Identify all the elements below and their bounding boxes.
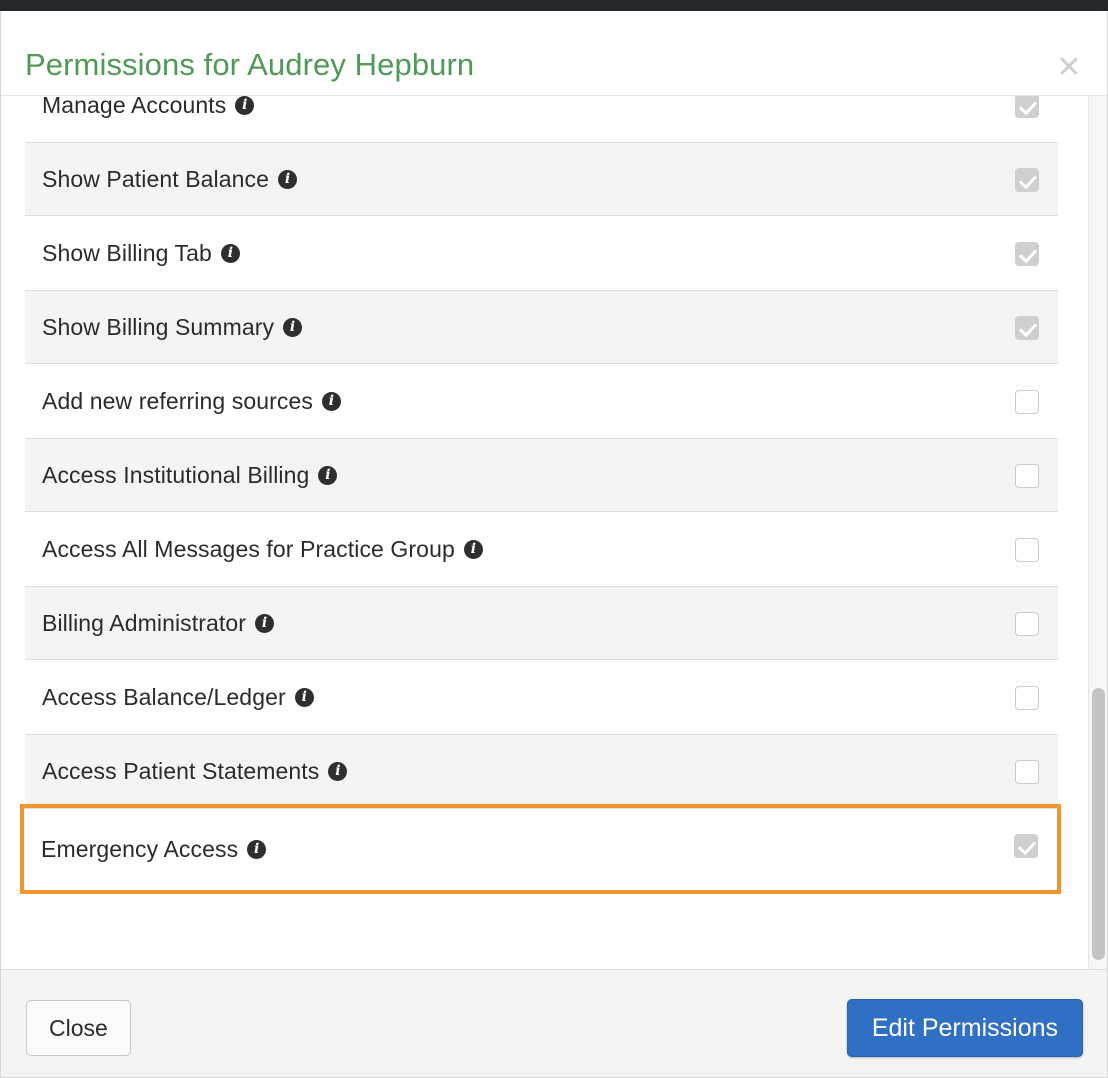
permission-checkbox-unchecked[interactable] [1015,538,1039,562]
permissions-scroll-area[interactable]: Manage Accounts i Show Patient Balance i Sho… [1,96,1107,969]
permission-label: Access Patient Statements [42,757,320,784]
permission-row[interactable]: Show Billing Tab i [25,216,1058,290]
page-backdrop: Permissions for Audrey Hepburn ✕ Manage … [0,0,1108,1078]
browser-top-bar [0,0,1108,11]
permissions-modal: Permissions for Audrey Hepburn ✕ Manage … [0,11,1108,1078]
permission-checkbox-checked[interactable] [1015,242,1039,266]
info-icon[interactable]: i [247,839,267,859]
info-icon[interactable]: i [294,687,314,707]
permission-label: Add new referring sources [42,387,313,414]
permission-checkbox-unchecked[interactable] [1015,390,1039,414]
permission-row[interactable]: Add new referring sources i [25,364,1058,438]
permission-label: Emergency Access [41,835,239,862]
permission-checkbox-checked[interactable] [1015,96,1039,118]
info-icon[interactable]: i [463,539,483,559]
info-icon[interactable]: i [255,613,275,633]
permission-checkbox-unchecked[interactable] [1015,686,1039,710]
permission-row[interactable]: Access Institutional Billing i [25,438,1058,512]
info-icon[interactable]: i [235,96,255,115]
permission-checkbox-checked[interactable] [1015,168,1039,192]
permission-row[interactable]: Access Balance/Ledger i [25,660,1058,734]
permission-row[interactable]: Access All Messages for Practice Group i [25,512,1058,586]
close-icon[interactable]: ✕ [1051,51,1087,87]
permission-label: Access All Messages for Practice Group [42,535,455,562]
permission-label: Show Billing Summary [42,313,275,340]
vertical-scrollbar-track[interactable] [1088,96,1107,969]
modal-footer: Close Edit Permissions [1,969,1107,1077]
permission-label: Access Institutional Billing [42,461,310,488]
permission-checkbox-unchecked[interactable] [1015,464,1039,488]
permission-row[interactable]: Show Patient Balance i [25,142,1058,216]
modal-header: Permissions for Audrey Hepburn ✕ [1,11,1107,96]
close-button[interactable]: Close [26,1000,131,1056]
info-icon[interactable]: i [328,761,348,781]
permission-row[interactable]: Show Billing Summary i [25,290,1058,364]
permission-checkbox-unchecked[interactable] [1015,760,1039,784]
info-icon[interactable]: i [318,465,338,485]
info-icon[interactable]: i [321,391,341,411]
page-title: Permissions for Audrey Hepburn [25,47,475,82]
vertical-scrollbar-thumb[interactable] [1092,688,1105,960]
permission-label: Billing Administrator [42,609,247,636]
permissions-list: Manage Accounts i Show Patient Balance i Sho… [1,96,1081,894]
permission-label: Show Billing Tab [42,239,212,266]
permission-row[interactable]: Billing Administrator i [25,586,1058,660]
permission-label: Show Patient Balance [42,165,270,192]
permission-row[interactable]: Emergency Access i [20,804,1061,894]
permission-label: Access Balance/Ledger [42,683,286,710]
permission-checkbox-unchecked[interactable] [1015,612,1039,636]
permission-row[interactable]: Manage Accounts i [25,96,1058,142]
info-icon[interactable]: i [278,169,298,189]
edit-permissions-button[interactable]: Edit Permissions [846,999,1083,1057]
info-icon[interactable]: i [220,243,240,263]
permission-row[interactable]: Access Patient Statements i [25,734,1058,808]
permission-checkbox-checked[interactable] [1015,316,1039,340]
info-icon[interactable]: i [283,317,303,337]
permission-checkbox-checked[interactable] [1014,834,1038,858]
permission-label: Manage Accounts [42,96,227,118]
